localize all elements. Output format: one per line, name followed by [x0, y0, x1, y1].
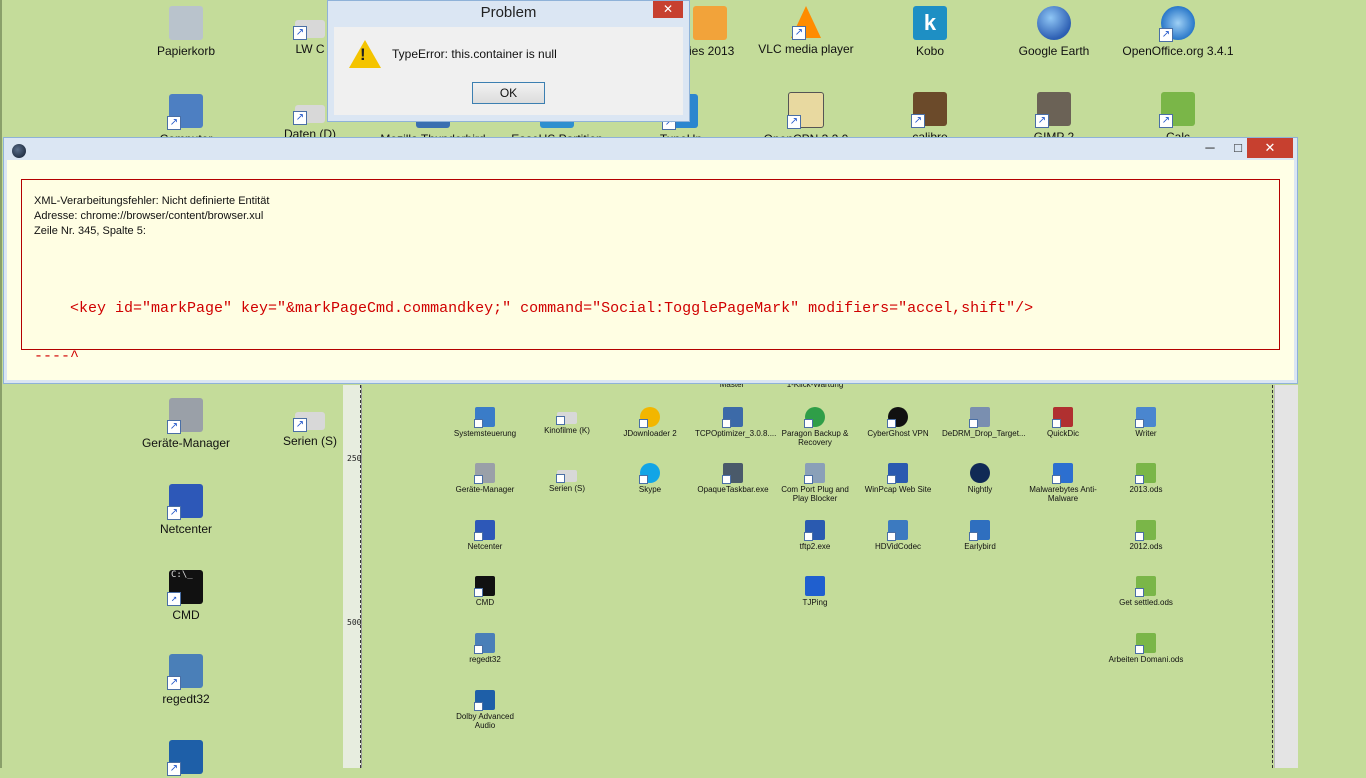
close-button[interactable]: ✕ — [1247, 138, 1293, 158]
vlc-icon: ↗ — [791, 6, 821, 40]
desktop-icon-google-earth[interactable]: Google Earth — [994, 6, 1114, 58]
gimp-icon: ↗ — [1035, 92, 1071, 128]
page-border-right — [1272, 385, 1273, 768]
desktop-icon-papierkorb[interactable]: Papierkorb — [126, 6, 246, 58]
inner-icon-tcpoptimizer: TCPOptimizer_3.0.8.... — [695, 407, 776, 438]
problem-dialog: Problem ✕ ! TypeError: this.container is… — [327, 0, 690, 122]
inner-icon-com-port: Com Port Plug and Play Blocker — [777, 463, 853, 503]
dialog-message: TypeError: this.container is null — [392, 47, 557, 61]
desktop-icon-vlc[interactable]: ↗ VLC media player — [746, 6, 866, 56]
openoffice-icon: ↗ — [1159, 6, 1195, 42]
error-position: Zeile Nr. 345, Spalte 5: — [34, 225, 146, 237]
calc-icon: ↗ — [1159, 92, 1195, 128]
desktop-icon-kobo[interactable]: k Kobo — [870, 6, 990, 58]
firefox-nightly-icon — [12, 144, 26, 158]
desktop-icon-geraete-manager[interactable]: ↗ Geräte-Manager — [126, 398, 246, 450]
inner-icon-regedt32: regedt32 — [447, 633, 523, 664]
calibre-icon: ↗ — [911, 92, 947, 128]
error-source-line: <key id="markPage" key="&markPageCmd.com… — [34, 300, 1034, 317]
kobo-icon: k — [913, 6, 947, 40]
network-icon: ↗ — [167, 484, 203, 520]
inner-icon-2012-ods: 2012.ods — [1108, 520, 1184, 551]
inner-icon-hdvidcodec: HDVidCodec — [860, 520, 936, 551]
recycle-bin-icon — [169, 6, 203, 40]
inner-icon-earlybird: Earlybird — [942, 520, 1018, 551]
ok-button[interactable]: OK — [472, 82, 545, 104]
inner-icon-quickdic: QuickDic — [1025, 407, 1101, 438]
drive-icon: ↗ — [293, 20, 325, 40]
app-icon — [693, 6, 727, 40]
inner-icon-nightly: Nightly — [942, 463, 1018, 494]
scrollbar[interactable] — [1274, 385, 1299, 768]
inner-icon-netcenter: Netcenter — [447, 520, 523, 551]
error-title: XML-Verarbeitungsfehler: Nicht definiert… — [34, 195, 270, 207]
error-pointer-line: ----^ — [34, 348, 80, 365]
desktop-icon-cmd[interactable]: C:\_ ↗ CMD — [126, 570, 246, 622]
inner-icon-malwarebytes: Malwarebytes Anti-Malware — [1025, 463, 1101, 503]
inner-icon-skype: Skype — [612, 463, 688, 494]
inner-icon-kinofilme: Kinofilme (K) — [529, 412, 605, 435]
desktop-icon-netcenter[interactable]: ↗ Netcenter — [126, 484, 246, 536]
inner-icon-winpcap: WinPcap Web Site — [860, 463, 936, 494]
inner-icon-dedrm: DeDRM_Drop_Target... — [942, 407, 1026, 438]
window-content: XML-Verarbeitungsfehler: Nicht definiert… — [7, 160, 1294, 380]
google-earth-icon — [1037, 6, 1071, 40]
opencpn-icon: ↗ — [787, 92, 824, 129]
inner-icon-tjping: TJPing — [777, 576, 853, 607]
inner-icon-jdownloader: JDownloader 2 — [612, 407, 688, 438]
left-edge — [0, 0, 2, 768]
window-titlebar[interactable]: ─ □ ✕ — [4, 138, 1297, 160]
inner-icon-cmd: CMD — [447, 576, 523, 607]
inner-icon-get-settled: Get settled.ods — [1108, 576, 1184, 607]
dialog-title: Problem — [480, 4, 537, 21]
desktop-icon-regedt32[interactable]: ↗ regedt32 — [126, 654, 246, 706]
dolby-icon: ↗ — [167, 740, 203, 776]
computer-icon: ↗ — [167, 94, 203, 130]
xml-error-window: ─ □ ✕ XML-Verarbeitungsfehler: Nicht def… — [3, 137, 1298, 384]
drive-icon: ↗ — [293, 412, 325, 432]
regedit-icon: ↗ — [167, 654, 203, 690]
desktop-icon-dolby[interactable]: ↗ — [126, 740, 246, 778]
device-manager-icon: ↗ — [167, 398, 203, 434]
xml-error-box: XML-Verarbeitungsfehler: Nicht definiert… — [21, 179, 1280, 365]
inner-icon-arbeiten-domani: Arbeiten Domani.ods — [1108, 633, 1184, 664]
inner-icon-paragon: Paragon Backup & Recovery — [777, 407, 853, 447]
warning-mark: ! — [360, 45, 366, 64]
inner-icon-opaquetaskbar: OpaqueTaskbar.exe — [695, 463, 771, 494]
inner-icon-2013-ods: 2013.ods — [1108, 463, 1184, 494]
inner-icon-cyberghost: CyberGhost VPN — [860, 407, 936, 438]
inner-icon-tftp2: tftp2.exe — [777, 520, 853, 551]
drive-icon: ↗ — [293, 105, 325, 125]
page-border-left — [360, 385, 361, 768]
error-address: Adresse: chrome://browser/content/browse… — [34, 210, 264, 222]
inner-icon-geraete-manager: Geräte-Manager — [447, 463, 523, 494]
inner-icon-dolby: Dolby Advanced Audio — [447, 690, 523, 730]
desktop-icon-openoffice[interactable]: ↗ OpenOffice.org 3.4.1 — [1118, 6, 1238, 58]
cmd-icon: C:\_ ↗ — [167, 570, 203, 606]
dialog-close-button[interactable]: ✕ — [653, 1, 683, 18]
minimize-button[interactable]: ─ — [1196, 138, 1224, 158]
inner-icon-systemsteuerung: Systemsteuerung — [447, 407, 523, 438]
inner-icon-writer: Writer — [1108, 407, 1184, 438]
dialog-body: ! TypeError: this.container is null OK — [334, 27, 683, 115]
desktop-right-edge — [1298, 385, 1366, 768]
inner-icon-serien: Serien (S) — [529, 470, 605, 493]
